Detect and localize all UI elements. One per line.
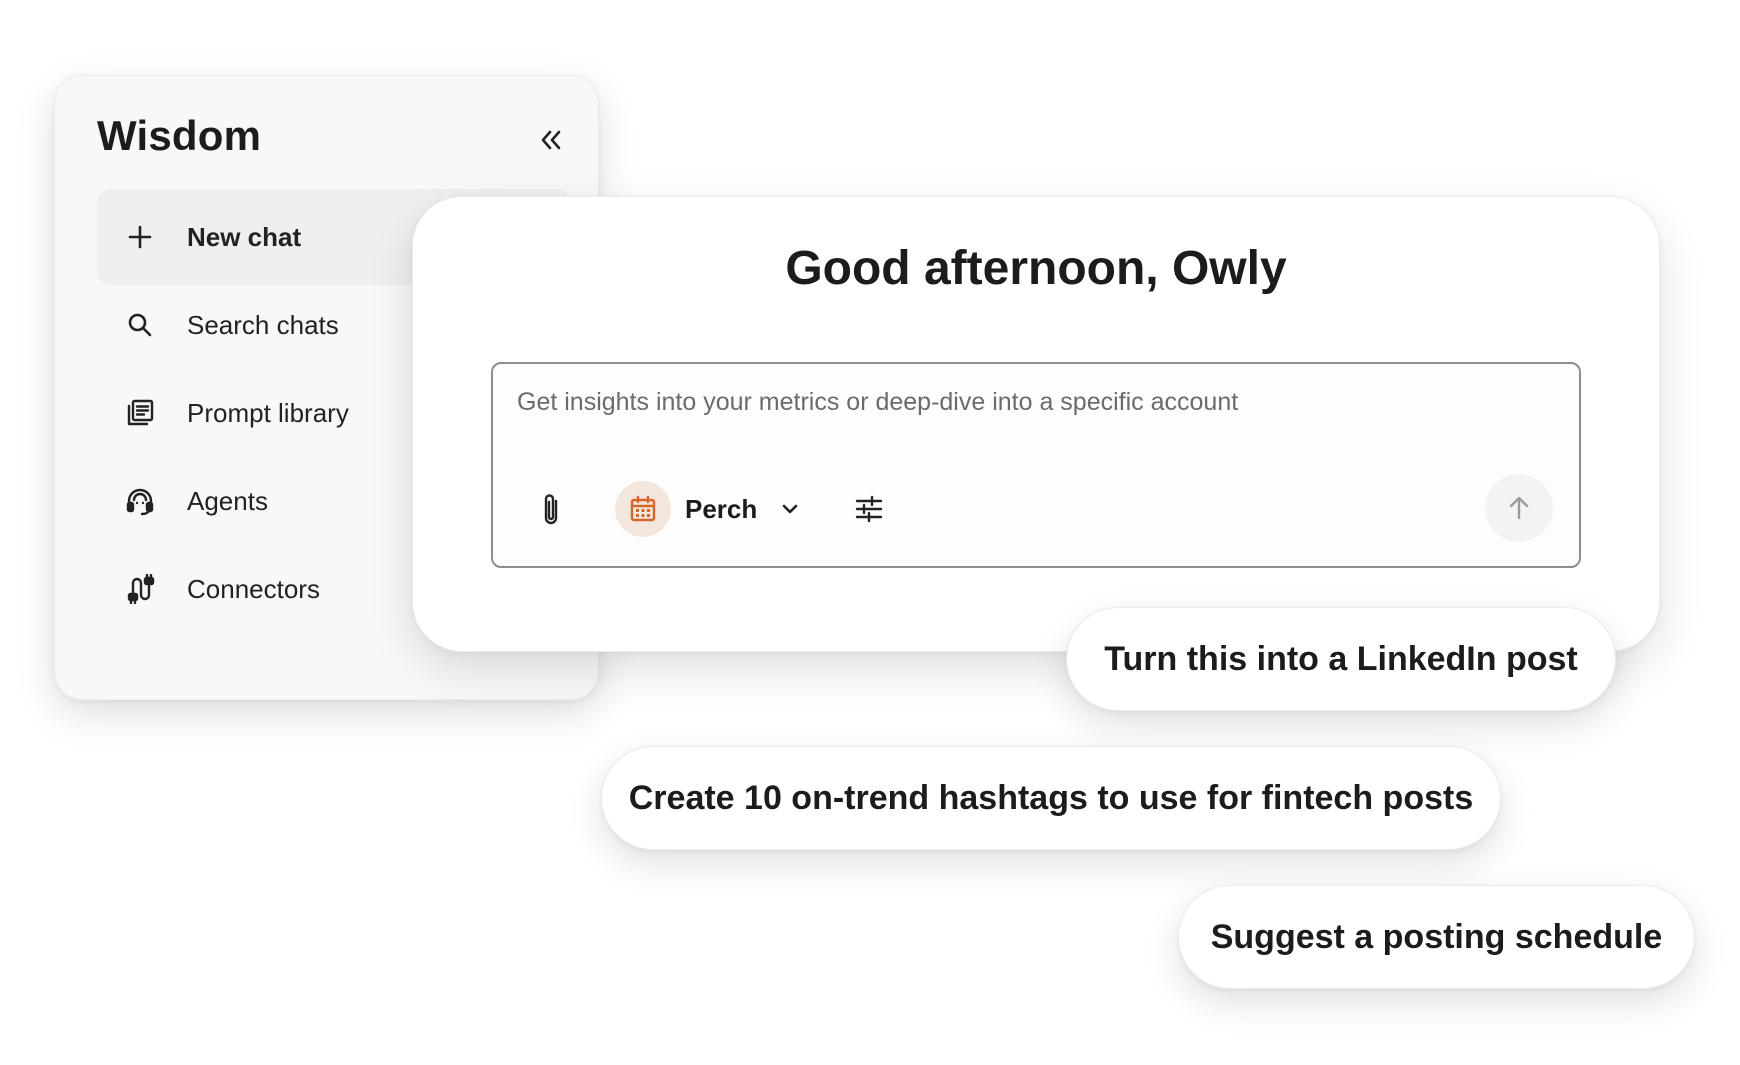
arrow-up-icon — [1509, 496, 1529, 520]
account-selector[interactable]: Perch — [615, 481, 801, 537]
search-icon — [123, 308, 157, 342]
account-name: Perch — [685, 493, 758, 524]
connectors-icon — [123, 572, 157, 606]
suggestion-chip[interactable]: Create 10 on-trend hashtags to use for f… — [601, 746, 1501, 850]
greeting-heading: Good afternoon, Owly — [785, 242, 1287, 295]
account-avatar — [615, 481, 671, 537]
plus-icon — [123, 220, 157, 254]
sidebar-item-label: Prompt library — [187, 397, 349, 428]
suggestion-chip[interactable]: Suggest a posting schedule — [1178, 885, 1695, 989]
prompt-input[interactable] — [517, 388, 1517, 417]
prompt-settings-button[interactable] — [851, 491, 887, 527]
sliders-icon — [855, 495, 883, 523]
suggestion-chip[interactable]: Turn this into a LinkedIn post — [1066, 607, 1616, 711]
agent-headset-icon — [123, 484, 157, 518]
prompt-composer: Perch — [491, 362, 1581, 568]
sidebar-item-label: Agents — [187, 485, 268, 516]
collapse-sidebar-button[interactable] — [533, 122, 569, 158]
sidebar-item-label: Connectors — [187, 573, 320, 604]
attach-button[interactable] — [533, 490, 569, 530]
library-icon — [123, 396, 157, 430]
sidebar-item-label: New chat — [187, 221, 302, 252]
chat-panel: Good afternoon, Owly Get insights into y… — [412, 196, 1660, 652]
app-canvas: Wisdom New chat Search chats Prompt libr… — [0, 0, 1740, 1065]
chevron-down-icon — [779, 498, 801, 520]
paperclip-icon — [544, 494, 558, 525]
sidebar-item-label: Search chats — [187, 309, 339, 340]
calendar-icon — [630, 495, 656, 522]
send-button[interactable] — [1485, 474, 1553, 542]
double-chevron-left-icon — [541, 130, 561, 150]
sidebar-title: Wisdom — [97, 112, 262, 159]
